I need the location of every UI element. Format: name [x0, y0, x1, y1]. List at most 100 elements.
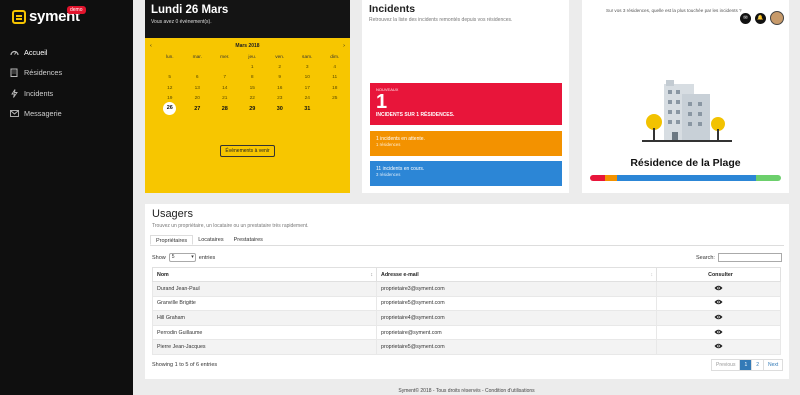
calendar-day[interactable]: 9: [266, 75, 294, 80]
tab-locataires[interactable]: Locataires: [193, 235, 228, 245]
ongoing-incidents-panel[interactable]: 11 incidents en cours. 3 résidences: [370, 161, 562, 186]
tab-prestataires[interactable]: Prestataires: [229, 235, 268, 245]
sidebar-item-residences[interactable]: Résidences: [0, 63, 133, 84]
page-1-button[interactable]: 1: [740, 360, 753, 370]
calendar-day[interactable]: 25: [321, 96, 349, 101]
logo[interactable]: syment demo: [12, 6, 86, 25]
previous-page-button[interactable]: Previous: [712, 360, 741, 370]
page-length-select[interactable]: 5: [168, 253, 196, 262]
calendar-day[interactable]: 23: [266, 96, 294, 101]
calendar-day[interactable]: 6: [184, 75, 212, 80]
view-user-icon[interactable]: [656, 295, 781, 312]
sidebar-item-incidents[interactable]: Incidents: [0, 83, 133, 104]
entries-label: entries: [198, 254, 216, 261]
distribution-segment: [616, 175, 757, 181]
calendar-day[interactable]: 24: [294, 96, 322, 101]
column-header-nom[interactable]: Nom ↕: [152, 267, 377, 282]
calendar-day[interactable]: 30: [266, 106, 294, 112]
sort-icon: ↕: [650, 271, 653, 278]
view-user-icon[interactable]: [656, 324, 781, 341]
sidebar-item-label: Messagerie: [24, 109, 62, 119]
messages-icon[interactable]: ✉: [740, 12, 751, 24]
table-row: Pierre Jean-Jacques proprietaire5@syment.…: [152, 339, 781, 355]
calendar-day[interactable]: 28: [211, 106, 239, 112]
calendar-day[interactable]: 1: [239, 65, 267, 70]
search-input[interactable]: [717, 253, 782, 262]
waiting-incidents-panel[interactable]: 1 incidents en attente. 1 résidences: [370, 131, 562, 156]
next-month-icon[interactable]: ›: [343, 43, 345, 49]
incident-distribution-bar: [590, 175, 781, 181]
calendar-day[interactable]: 18: [321, 86, 349, 91]
calendar-day[interactable]: 31: [294, 106, 322, 112]
pagination: Previous 1 2 Next: [711, 359, 784, 371]
weekday-label: dim.: [330, 54, 340, 60]
view-user-icon[interactable]: [656, 281, 781, 297]
weekday-label: mar.: [192, 54, 202, 60]
sidebar: syment demo Accueil Résidences Incidents: [0, 0, 133, 395]
bell-icon[interactable]: 🔔: [755, 12, 766, 24]
residence-question: Sur vos 3 résidences, quelle est la plus…: [606, 8, 742, 13]
tab-proprietaires[interactable]: Propriétaires: [150, 235, 194, 245]
user-email-cell: proprietaire3@syment.com: [376, 281, 657, 297]
calendar-day[interactable]: 11: [321, 75, 349, 80]
calendar-day[interactable]: 4: [321, 65, 349, 70]
ongoing-residences-text: 3 résidences: [376, 172, 401, 177]
calendar-day[interactable]: 19: [156, 96, 184, 101]
sidebar-item-label: Incidents: [24, 88, 54, 98]
building-illustration-icon: [642, 80, 732, 142]
avatar[interactable]: [770, 11, 784, 25]
calendar-day[interactable]: 8: [239, 75, 267, 80]
sort-icon: ↕: [370, 271, 373, 278]
sidebar-item-messagerie[interactable]: Messagerie: [0, 104, 133, 125]
waiting-residences-text: 1 résidences: [376, 142, 401, 147]
usagers-tabs: Propriétaires Locataires Prestataires: [150, 235, 784, 246]
calendar-day[interactable]: 21: [211, 96, 239, 101]
calendar-week-row: 5 6 7 8 9 10 11: [156, 73, 349, 83]
calendar-day[interactable]: 3: [294, 65, 322, 70]
calendar-date-title: Lundi 26 Mars: [151, 4, 229, 16]
next-page-button[interactable]: Next: [764, 360, 782, 370]
calendar-day[interactable]: 10: [294, 75, 322, 80]
calendar-day[interactable]: 16: [266, 86, 294, 91]
calendar-day[interactable]: 14: [211, 86, 239, 91]
calendar-week-row: 19 20 21 22 23 24 25: [156, 93, 349, 103]
distribution-segment: [590, 175, 606, 181]
calendar-day[interactable]: 17: [294, 86, 322, 91]
upcoming-events-button[interactable]: Évènements à venir: [220, 145, 275, 157]
calendar-week-row: 12 13 14 15 16 17 18: [156, 83, 349, 93]
calendar-day[interactable]: 22: [239, 96, 267, 101]
incidents-title: Incidents: [369, 3, 416, 15]
calendar-day[interactable]: 15: [239, 86, 267, 91]
calendar-grid: lun. mar. mer. jeu. ven. sam. dim. 1 2 3 4 5 6 7 8 9 10 1…: [156, 52, 349, 116]
user-name-cell: Granville Brigitte: [152, 295, 377, 312]
view-user-icon[interactable]: [656, 310, 781, 326]
page-2-button[interactable]: 2: [752, 360, 765, 370]
prev-month-icon[interactable]: ‹: [150, 43, 152, 49]
calendar-event-count: Vous avez 0 évènement(s).: [151, 19, 212, 25]
sidebar-item-accueil[interactable]: Accueil: [0, 42, 133, 63]
calendar-card: Lundi 26 Mars Vous avez 0 évènement(s). …: [145, 0, 350, 193]
distribution-segment: [756, 175, 781, 181]
calendar-day[interactable]: 13: [184, 86, 212, 91]
calendar-day[interactable]: 20: [184, 96, 212, 101]
new-incidents-panel[interactable]: NOUVEAUX 1 INCIDENTS SUR 1 RÉSIDENCES.: [370, 83, 562, 125]
calendar-day[interactable]: 29: [239, 106, 267, 112]
calendar-day[interactable]: 7: [211, 75, 239, 80]
usagers-card: Usagers Trouvez un propriétaire, un loca…: [145, 204, 789, 379]
calendar-day[interactable]: 12: [156, 86, 184, 91]
page-length-control: Show 5 entries: [152, 253, 215, 262]
calendar-day[interactable]: 27: [184, 106, 212, 112]
column-header-consulter: Consulter: [656, 267, 781, 282]
table-row: Hill Graham proprietaire4@syment.com: [152, 310, 781, 326]
calendar-day[interactable]: 5: [156, 75, 184, 80]
view-user-icon[interactable]: [656, 339, 781, 355]
weekday-label: lun.: [165, 54, 174, 60]
column-label: Adresse e-mail: [381, 271, 419, 278]
calendar-day[interactable]: 26: [156, 102, 184, 116]
calendar-day[interactable]: 2: [266, 65, 294, 70]
footer: Syment© 2018 - Tous droits réservés - Co…: [398, 388, 535, 394]
column-header-email[interactable]: Adresse e-mail ↕: [376, 267, 657, 282]
incidents-subtitle: Retrouvez la liste des incidents remonté…: [369, 17, 513, 23]
calendar-week-row: 26 27 28 29 30 31: [156, 102, 349, 116]
new-incidents-count: 1: [376, 91, 388, 113]
